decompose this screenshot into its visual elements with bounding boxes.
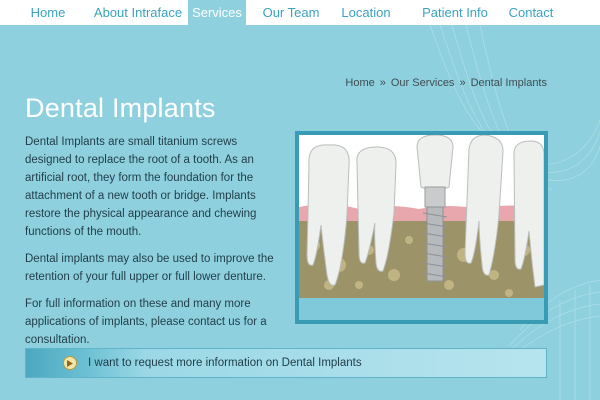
nav-item-home[interactable]: Home bbox=[23, 0, 73, 25]
request-info-label: I want to request more information on De… bbox=[88, 357, 362, 369]
page-content: Dental Implants are small titanium screw… bbox=[25, 133, 280, 358]
nav-item-services[interactable]: Services bbox=[188, 0, 246, 25]
dental-implant-illustration bbox=[299, 135, 544, 320]
breadcrumb-separator: » bbox=[459, 77, 466, 89]
request-info-button[interactable]: I want to request more information on De… bbox=[25, 348, 547, 378]
breadcrumb-home-link[interactable]: Home bbox=[345, 77, 374, 89]
nav-item-about[interactable]: About Intraface bbox=[88, 0, 188, 25]
content-paragraph: For full information on these and many m… bbox=[25, 298, 267, 346]
play-circle-icon bbox=[63, 356, 77, 370]
nav-item-patient-info[interactable]: Patient Info bbox=[420, 0, 490, 25]
image-caption-strip bbox=[299, 298, 544, 320]
nav-item-contact[interactable]: Contact bbox=[508, 0, 554, 25]
nav-item-location[interactable]: Location bbox=[337, 0, 395, 25]
breadcrumb-current: Dental Implants bbox=[470, 77, 547, 89]
main-navigation: Home About Intraface Services Our Team L… bbox=[0, 0, 600, 25]
page-title: Dental Implants bbox=[25, 93, 216, 123]
breadcrumb: Home » Our Services » Dental Implants bbox=[345, 77, 547, 89]
content-paragraph: Dental Implants are small titanium screw… bbox=[25, 136, 257, 238]
dental-implant-image-frame bbox=[295, 131, 548, 324]
nav-item-our-team[interactable]: Our Team bbox=[260, 0, 322, 25]
content-paragraph: Dental implants may also be used to impr… bbox=[25, 253, 274, 283]
breadcrumb-separator: » bbox=[379, 77, 386, 89]
breadcrumb-services-link[interactable]: Our Services bbox=[391, 77, 455, 89]
